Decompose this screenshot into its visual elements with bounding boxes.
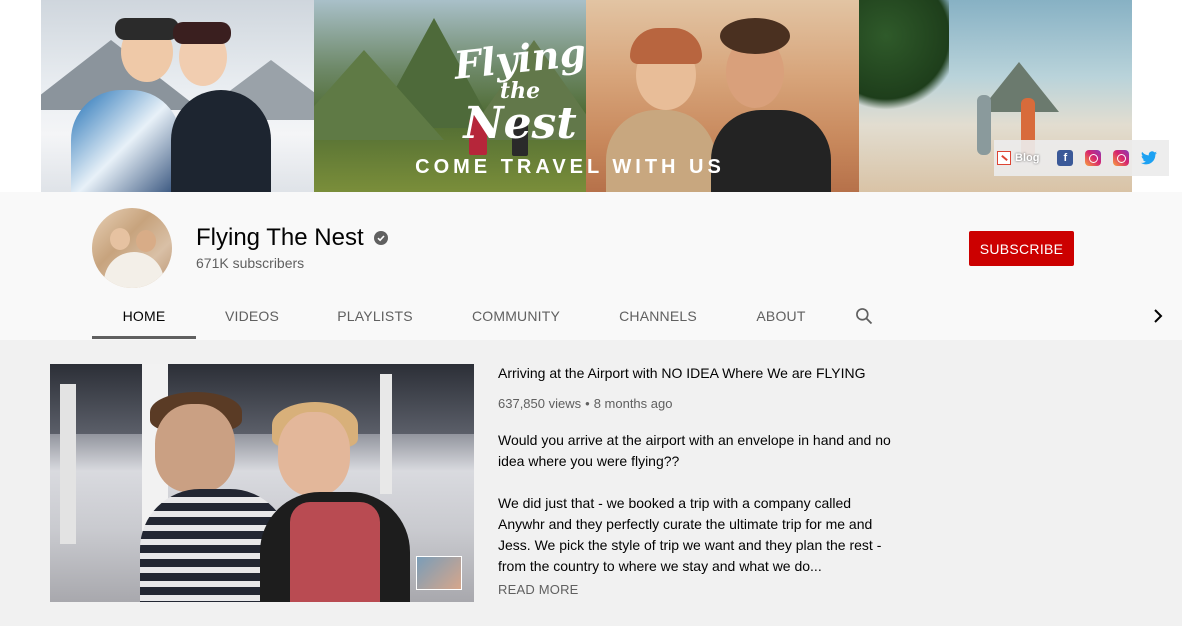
tab-videos[interactable]: VIDEOS [196, 292, 308, 340]
view-count: 637,850 views [498, 396, 582, 411]
description-paragraph: We did just that - we booked a trip with… [498, 495, 882, 574]
blog-icon [997, 151, 1011, 165]
banner-logo-line1: Flying [451, 29, 589, 88]
tab-community[interactable]: COMMUNITY [442, 292, 590, 340]
read-more-link[interactable]: READ MORE [498, 582, 579, 597]
channel-header: Flying The Nest 671K subscribers SUBSCRI… [0, 192, 1182, 340]
verified-badge-icon [373, 231, 388, 245]
subscriber-count: 671K subscribers [196, 255, 305, 271]
banner-logo-line3: Nest [463, 98, 577, 149]
tab-channels[interactable]: CHANNELS [590, 292, 726, 340]
tab-about[interactable]: ABOUT [726, 292, 836, 340]
blog-link[interactable]: Blog [997, 151, 1039, 165]
featured-video-title[interactable]: Arriving at the Airport with NO IDEA Whe… [498, 364, 918, 382]
chevron-right-icon[interactable] [1146, 304, 1170, 328]
channel-avatar[interactable] [92, 208, 172, 288]
featured-video-thumbnail[interactable] [50, 364, 474, 602]
channel-banner-area: Flying the Nest COME TRAVEL WITH US Blog… [0, 0, 1182, 192]
tab-home[interactable]: HOME [92, 292, 196, 340]
twitter-icon[interactable] [1140, 150, 1157, 166]
banner-tagline: COME TRAVEL WITH US [415, 156, 725, 178]
banner-logo-script: Flying the Nest [440, 29, 600, 149]
featured-video-description: Would you arrive at the airport with an … [498, 430, 898, 598]
banner-links: Blog f [994, 140, 1169, 176]
instagram-icon[interactable] [1085, 150, 1102, 166]
meta-separator: • [585, 396, 590, 411]
facebook-icon[interactable]: f [1057, 150, 1074, 166]
channel-name-row: Flying The Nest [196, 224, 388, 252]
channel-search-icon[interactable] [836, 292, 892, 340]
channel-name: Flying The Nest [196, 224, 364, 251]
instagram-icon[interactable] [1113, 150, 1129, 166]
subscribe-button[interactable]: SUBSCRIBE [969, 231, 1074, 266]
description-paragraph: Would you arrive at the airport with an … [498, 432, 891, 469]
channel-tabs: HOME VIDEOS PLAYLISTS COMMUNITY CHANNELS… [92, 292, 892, 340]
tab-playlists[interactable]: PLAYLISTS [308, 292, 442, 340]
blog-link-label: Blog [1015, 152, 1040, 164]
banner-photo-snow [41, 0, 314, 192]
upload-age: 8 months ago [593, 396, 673, 411]
featured-video-meta: 637,850 views • 8 months ago [498, 396, 672, 411]
